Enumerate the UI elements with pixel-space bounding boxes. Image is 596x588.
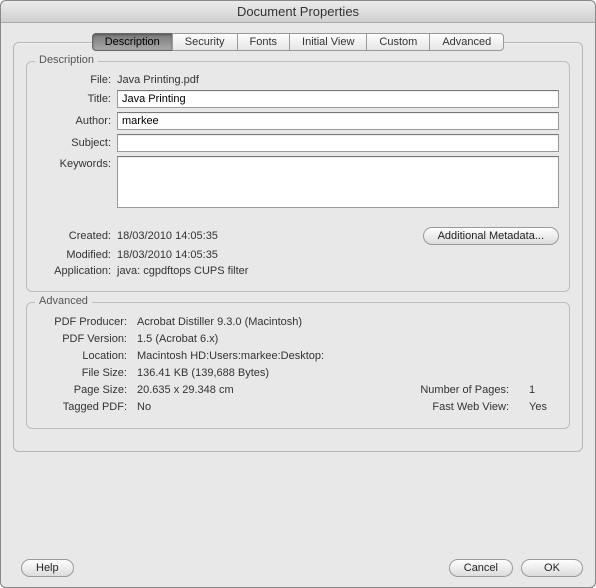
- number-of-pages-label: Number of Pages:: [420, 384, 519, 396]
- tab-panel: Description File: Java Printing.pdf Titl…: [13, 42, 583, 452]
- modified-value: 18/03/2010 14:05:35: [117, 249, 559, 261]
- keywords-label: Keywords:: [37, 156, 117, 170]
- created-value: 18/03/2010 14:05:35: [117, 230, 423, 242]
- tab-description[interactable]: Description: [92, 33, 173, 51]
- description-group: Description File: Java Printing.pdf Titl…: [26, 61, 570, 292]
- file-size-value: 136.41 KB (139,688 Bytes): [137, 367, 269, 379]
- advanced-group-label: Advanced: [35, 295, 92, 307]
- tab-fonts[interactable]: Fonts: [237, 33, 291, 51]
- document-properties-window: Document Properties Description Security…: [0, 0, 596, 588]
- pdf-version-label: PDF Version:: [37, 333, 137, 345]
- pdf-producer-value: Acrobat Distiller 9.3.0 (Macintosh): [137, 316, 302, 328]
- help-button[interactable]: Help: [21, 559, 74, 577]
- author-label: Author:: [37, 115, 117, 127]
- application-label: Application:: [37, 265, 117, 277]
- file-label: File:: [37, 74, 117, 86]
- modified-label: Modified:: [37, 249, 117, 261]
- keywords-input[interactable]: [117, 156, 559, 208]
- tagged-pdf-label: Tagged PDF:: [37, 401, 137, 413]
- author-input[interactable]: [117, 112, 559, 130]
- application-value: java: cgpdftops CUPS filter: [117, 265, 559, 277]
- tab-initial-view[interactable]: Initial View: [289, 33, 367, 51]
- ok-button[interactable]: OK: [521, 559, 583, 577]
- tab-custom[interactable]: Custom: [366, 33, 430, 51]
- title-input[interactable]: [117, 90, 559, 108]
- fast-web-view-label: Fast Web View:: [432, 401, 519, 413]
- title-bar: Document Properties: [1, 1, 595, 23]
- page-size-value: 20.635 x 29.348 cm: [137, 384, 234, 396]
- advanced-group: Advanced PDF Producer: Acrobat Distiller…: [26, 302, 570, 429]
- window-title: Document Properties: [237, 4, 359, 19]
- tab-security[interactable]: Security: [172, 33, 238, 51]
- location-label: Location:: [37, 350, 137, 362]
- tagged-pdf-value: No: [137, 401, 151, 413]
- tab-advanced[interactable]: Advanced: [429, 33, 504, 51]
- page-size-label: Page Size:: [37, 384, 137, 396]
- subject-input[interactable]: [117, 134, 559, 152]
- bottom-bar: Help Cancel OK: [13, 559, 583, 577]
- file-value: Java Printing.pdf: [117, 74, 559, 86]
- subject-label: Subject:: [37, 137, 117, 149]
- cancel-button[interactable]: Cancel: [449, 559, 513, 577]
- fast-web-view-value: Yes: [529, 401, 559, 413]
- file-size-label: File Size:: [37, 367, 137, 379]
- pdf-version-value: 1.5 (Acrobat 6.x): [137, 333, 218, 345]
- number-of-pages-value: 1: [529, 384, 559, 396]
- content-area: Description Security Fonts Initial View …: [1, 23, 595, 464]
- description-group-label: Description: [35, 54, 98, 66]
- tab-strip: Description Security Fonts Initial View …: [13, 33, 583, 51]
- pdf-producer-label: PDF Producer:: [37, 316, 137, 328]
- title-label: Title:: [37, 93, 117, 105]
- location-value: Macintosh HD:Users:markee:Desktop:: [137, 350, 324, 362]
- created-label: Created:: [37, 230, 117, 242]
- additional-metadata-button[interactable]: Additional Metadata...: [423, 227, 559, 245]
